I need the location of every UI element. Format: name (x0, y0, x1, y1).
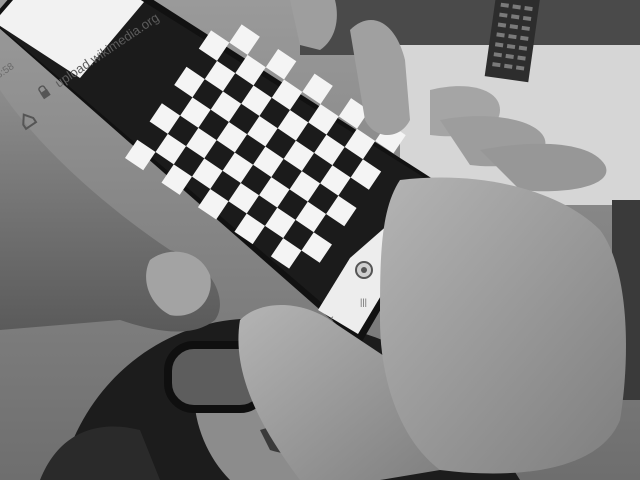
scene-drawing: ‹ ||| + (0, 0, 640, 480)
photo-scene: ‹ ||| + 3:58 upload.wikimedia.o (0, 0, 640, 480)
recents-nav-icon: ||| (360, 297, 367, 307)
google-lens-icon (355, 261, 373, 279)
svg-text:|||: ||| (360, 297, 367, 307)
